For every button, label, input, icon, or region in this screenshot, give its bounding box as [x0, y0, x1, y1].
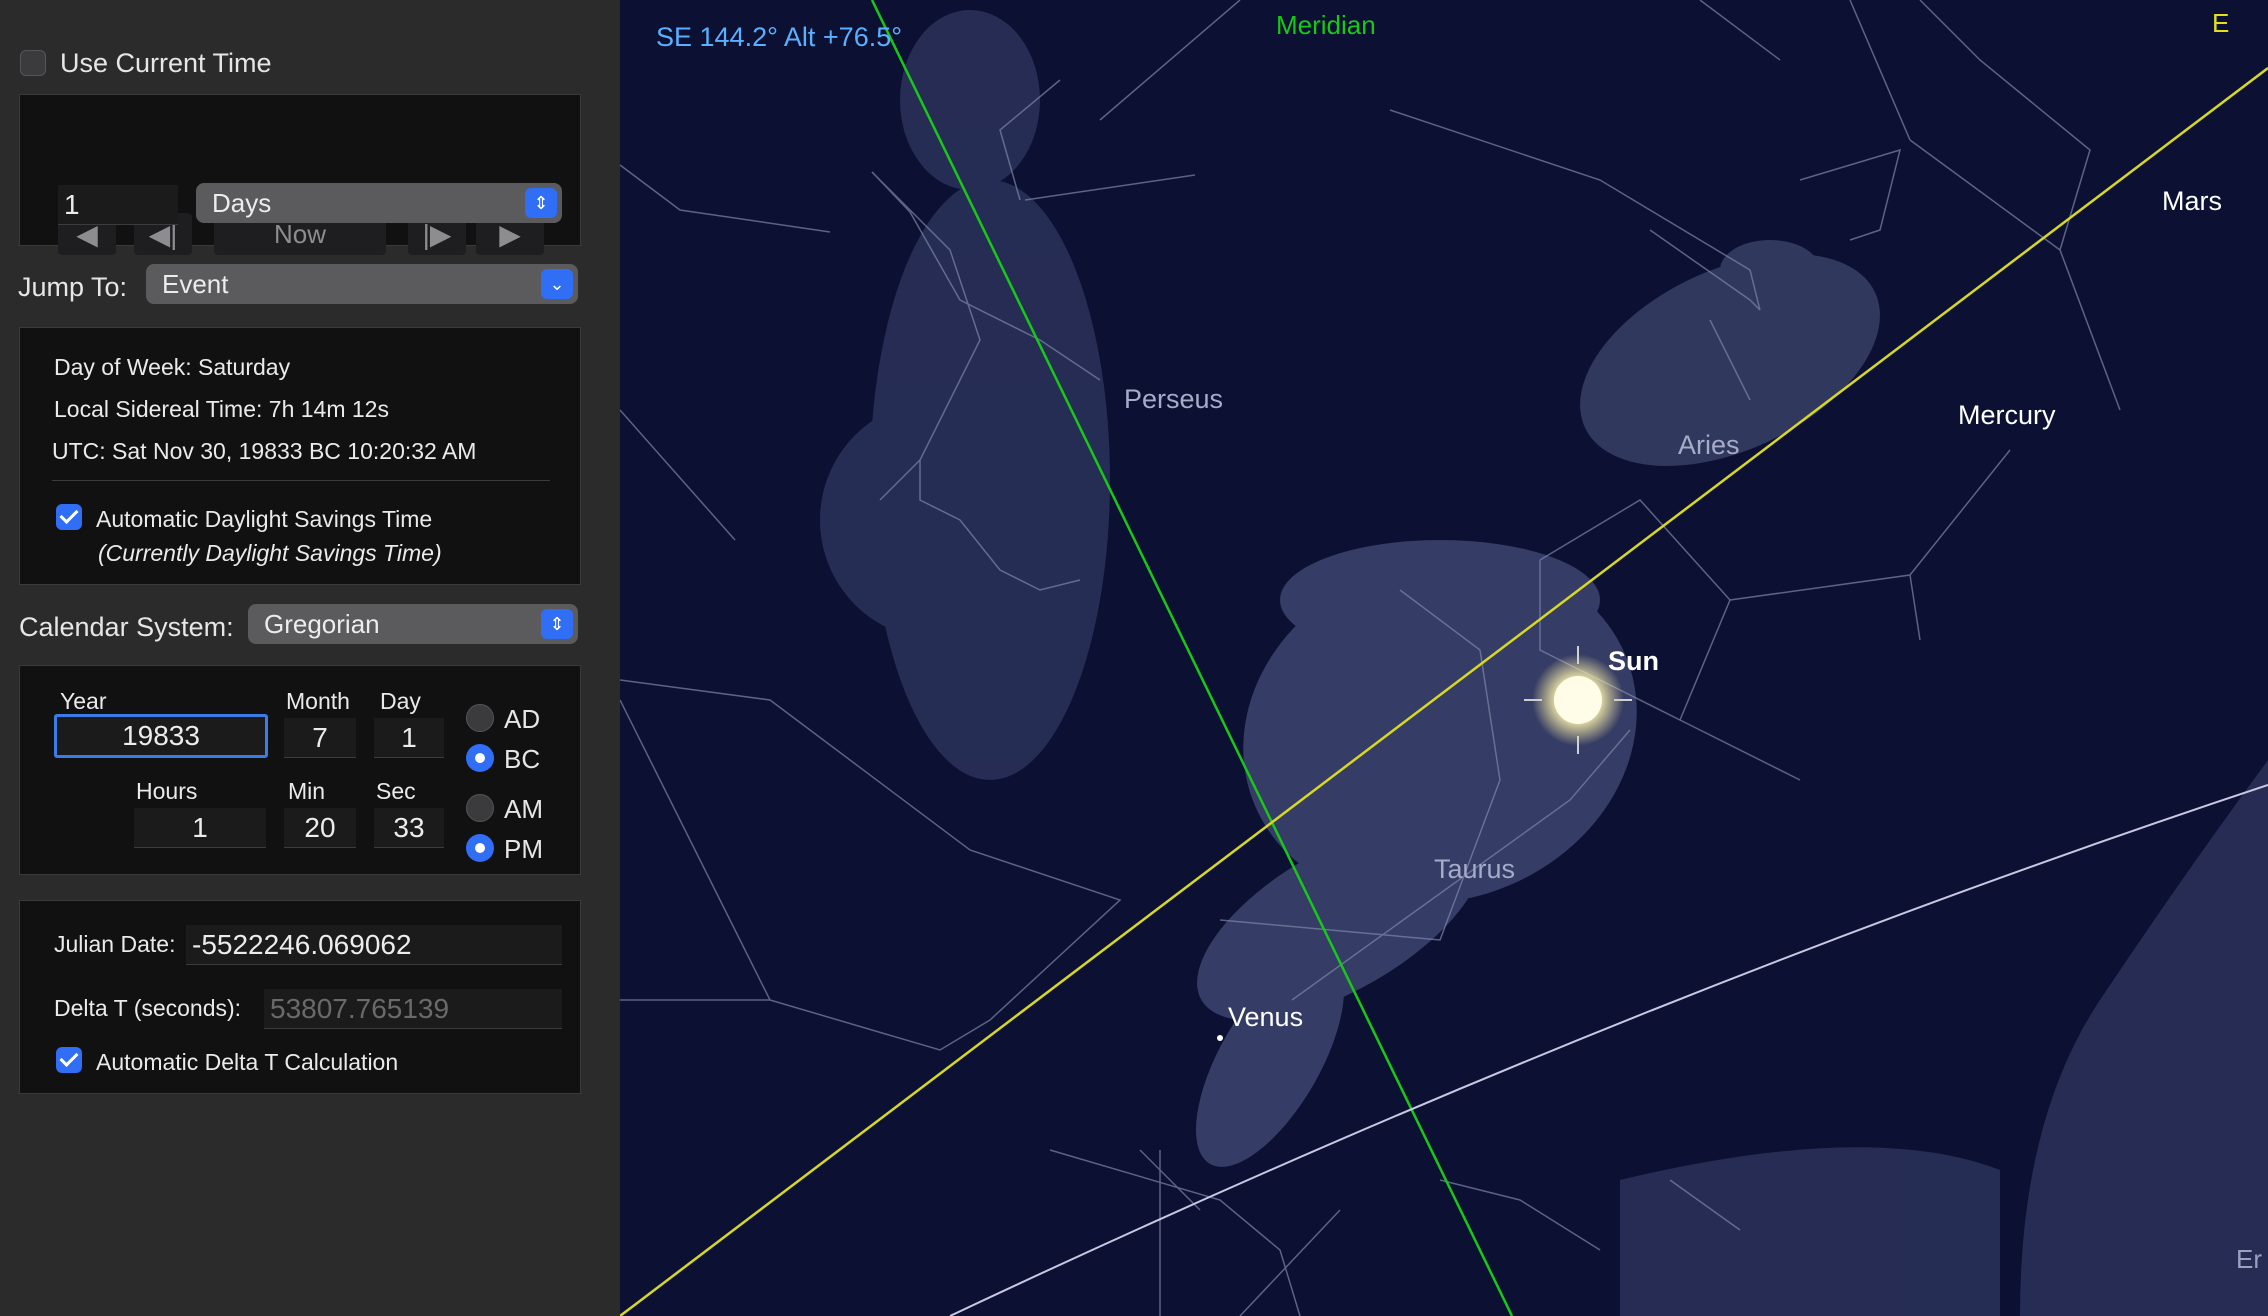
month-input[interactable]: 7 [284, 718, 356, 758]
sun-label[interactable]: Sun [1608, 646, 1659, 677]
equator-edge-label: Er [2236, 1244, 2262, 1274]
aries-label: Aries [1678, 430, 1740, 460]
julian-date-label: Julian Date: [54, 931, 176, 957]
utc-time: UTC: Sat Nov 30, 19833 BC 10:20:32 AM [52, 438, 477, 464]
mercury-label[interactable]: Mercury [1958, 400, 2056, 431]
sky-canvas [620, 0, 2268, 1316]
step-amount-input[interactable]: 1 [58, 185, 178, 225]
hours-input[interactable]: 1 [134, 808, 266, 848]
divider [52, 480, 550, 481]
taurus-label: Taurus [1434, 854, 1516, 884]
sec-input[interactable]: 33 [374, 808, 444, 848]
year-input[interactable]: 19833 [54, 714, 268, 758]
year-label: Year [60, 688, 107, 714]
day-label: Day [380, 688, 421, 714]
use-current-time-checkbox[interactable] [20, 50, 46, 76]
bc-radio[interactable] [466, 744, 494, 772]
bc-label: BC [504, 744, 541, 774]
date-entry-box: Year Month Day 19833 7 1 Hours Min Sec 1… [19, 665, 581, 875]
julian-box: Julian Date: -5522246.069062 Delta T (se… [19, 900, 581, 1094]
pm-radio[interactable] [466, 834, 494, 862]
auto-delta-t-checkbox[interactable] [56, 1047, 82, 1073]
use-current-time-label: Use Current Time [60, 48, 272, 78]
delta-t-label: Delta T (seconds): [54, 995, 242, 1021]
calendar-system-label: Calendar System: [19, 612, 234, 642]
julian-date-input[interactable]: -5522246.069062 [186, 925, 562, 965]
min-input[interactable]: 20 [284, 808, 356, 848]
calendar-system-select[interactable]: Gregorian ⇕ [248, 604, 578, 644]
time-step-box: ◀ ◀| Now |▶ ▶ 1 Days ⇕ [19, 94, 581, 255]
jump-to-label: Jump To: [18, 272, 128, 302]
hours-label: Hours [136, 778, 198, 804]
auto-dst-checkbox[interactable] [56, 504, 82, 530]
view-direction-readout: SE 144.2° Alt +76.5° [656, 22, 903, 52]
min-label: Min [288, 778, 326, 804]
chevron-down-icon: ⌄ [541, 269, 573, 299]
date-info-box: Day of Week: Saturday Local Sidereal Tim… [19, 327, 581, 585]
sky-chart-view[interactable]: SE 144.2° Alt +76.5° Meridian E Er Perse… [620, 0, 2268, 1316]
chevron-updown-icon: ⇕ [525, 188, 557, 218]
meridian-label: Meridian [1276, 10, 1376, 40]
perseus-label: Perseus [1124, 384, 1224, 414]
step-unit-value: Days [212, 187, 272, 218]
pm-label: PM [504, 834, 543, 864]
month-label: Month [286, 688, 350, 714]
delta-t-input: 53807.765139 [264, 989, 562, 1029]
day-of-week: Day of Week: Saturday [54, 354, 291, 380]
day-input[interactable]: 1 [374, 718, 444, 758]
calendar-system-value: Gregorian [264, 608, 380, 639]
jump-to-select[interactable]: Event ⌄ [146, 264, 578, 304]
ad-label: AD [504, 704, 541, 734]
ad-radio[interactable] [466, 704, 494, 732]
venus-marker [1217, 1035, 1223, 1041]
am-label: AM [504, 794, 543, 824]
local-sidereal-time: Local Sidereal Time: 7h 14m 12s [54, 396, 389, 422]
step-unit-select[interactable]: Days ⇕ [196, 183, 562, 223]
chevron-updown-icon: ⇕ [541, 609, 573, 639]
mars-label[interactable]: Mars [2162, 186, 2222, 217]
venus-label[interactable]: Venus [1228, 1002, 1303, 1033]
jump-to-value: Event [162, 268, 229, 299]
am-radio[interactable] [466, 794, 494, 822]
dst-note: (Currently Daylight Savings Time) [98, 540, 442, 566]
sec-label: Sec [376, 778, 416, 804]
ecliptic-edge-label: E [2212, 8, 2230, 38]
auto-delta-t-label: Automatic Delta T Calculation [96, 1049, 399, 1075]
time-control-panel: Use Current Time ◀ ◀| Now |▶ ▶ 1 Days ⇕ … [0, 0, 620, 1316]
auto-dst-label: Automatic Daylight Savings Time [96, 506, 433, 532]
